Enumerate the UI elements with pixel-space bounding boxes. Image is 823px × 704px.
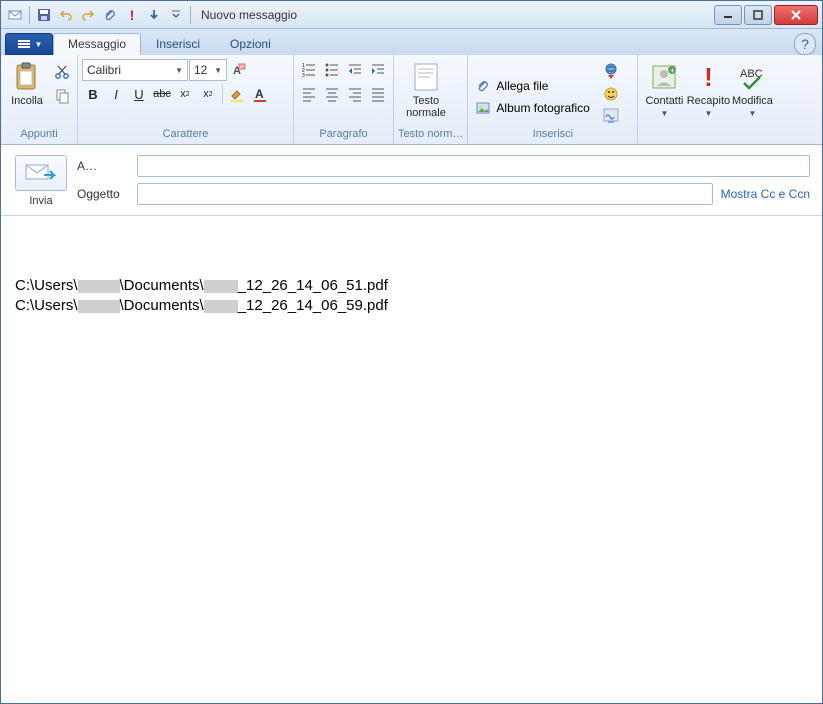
- group-inserisci: Allega file Album fotografico Inserisci: [468, 55, 638, 144]
- font-size-combo[interactable]: 12▼: [189, 59, 227, 81]
- modifica-button[interactable]: ABC Modifica ▼: [730, 57, 774, 118]
- high-importance-icon[interactable]: !: [122, 5, 142, 25]
- clear-formatting-icon[interactable]: A: [228, 59, 250, 81]
- font-name-value: Calibri: [87, 63, 121, 77]
- qat-customize-icon[interactable]: [166, 5, 186, 25]
- superscript-button[interactable]: x2: [197, 83, 219, 105]
- tab-opzioni[interactable]: Opzioni: [215, 33, 286, 55]
- signature-icon[interactable]: [600, 105, 622, 127]
- group-label: Paragrafo: [298, 128, 389, 144]
- bold-button[interactable]: B: [82, 83, 104, 105]
- minimize-button[interactable]: [714, 5, 742, 25]
- save-icon[interactable]: [34, 5, 54, 25]
- copy-icon[interactable]: [51, 85, 73, 107]
- decrease-indent-icon[interactable]: [344, 59, 366, 81]
- emoticon-globe-icon[interactable]: [600, 61, 622, 83]
- invia-label: Invia: [29, 195, 52, 207]
- allega-file-button[interactable]: Allega file: [472, 76, 593, 96]
- tab-messaggio[interactable]: Messaggio: [53, 33, 141, 55]
- attach-icon[interactable]: [100, 5, 120, 25]
- tab-inserisci[interactable]: Inserisci: [141, 33, 215, 55]
- modifica-label: Modifica: [732, 95, 773, 107]
- low-importance-icon[interactable]: [144, 5, 164, 25]
- title-bar: ! Nuovo messaggio: [1, 1, 822, 29]
- increase-indent-icon[interactable]: [367, 59, 389, 81]
- invia-button[interactable]: [15, 155, 67, 191]
- oggetto-input[interactable]: [137, 183, 713, 205]
- subscript-button[interactable]: x2: [174, 83, 196, 105]
- testo-normale-button[interactable]: Testonormale: [398, 57, 454, 119]
- strikethrough-button[interactable]: abc: [151, 83, 173, 105]
- numbered-list-icon[interactable]: 123: [298, 59, 320, 81]
- to-label[interactable]: A…: [77, 159, 129, 173]
- recapito-label: Recapito: [687, 95, 730, 107]
- message-body[interactable]: C:\Users\\Documents\_12_26_14_06_51.pdf …: [1, 216, 822, 330]
- paste-icon: [11, 61, 43, 93]
- contatti-label: Contatti: [645, 95, 683, 107]
- svg-text:3: 3: [302, 73, 305, 78]
- undo-icon[interactable]: [56, 5, 76, 25]
- group-label: Inserisci: [472, 128, 633, 144]
- group-label: [642, 128, 774, 144]
- cut-icon[interactable]: [51, 61, 73, 83]
- window-title: Nuovo messaggio: [201, 8, 297, 22]
- contacts-icon: +: [648, 61, 680, 93]
- group-carattere: Calibri▼ 12▼ A B I U abc x2 x2: [78, 55, 294, 144]
- group-label: Appunti: [5, 128, 73, 144]
- incolla-label: Incolla: [11, 95, 43, 107]
- highlight-color-button[interactable]: [226, 83, 248, 105]
- spellcheck-icon: ABC: [736, 61, 768, 93]
- photo-icon: [476, 101, 492, 115]
- separator: [29, 6, 30, 24]
- justify-icon[interactable]: [367, 83, 389, 105]
- new-message-icon[interactable]: [5, 5, 25, 25]
- send-icon: [24, 161, 58, 185]
- contatti-button[interactable]: + Contatti ▼: [642, 57, 686, 118]
- to-input[interactable]: [137, 155, 810, 177]
- attach-icon: [476, 79, 492, 93]
- bullet-list-icon[interactable]: [321, 59, 343, 81]
- svg-text:A: A: [255, 87, 264, 101]
- font-color-button[interactable]: A: [249, 83, 271, 105]
- group-appunti: Incolla Appunti: [1, 55, 78, 144]
- testo-normale-label: Testonormale: [406, 95, 446, 119]
- importance-icon: !: [692, 61, 724, 93]
- album-fotografico-button[interactable]: Album fotografico: [472, 98, 593, 118]
- group-label: Testo norm…: [398, 128, 463, 144]
- underline-button[interactable]: U: [128, 83, 150, 105]
- help-icon[interactable]: ?: [794, 33, 816, 55]
- close-button[interactable]: [774, 5, 818, 25]
- font-size-value: 12: [194, 63, 207, 77]
- svg-text:+: +: [670, 66, 675, 75]
- group-right: + Contatti ▼ ! Recapito ▼ ABC Modifica ▼: [638, 55, 778, 144]
- ribbon: Incolla Appunti Calibri▼ 12▼: [1, 55, 822, 145]
- app-menu-button[interactable]: ▼: [5, 33, 53, 55]
- show-cc-link[interactable]: Mostra Cc e Ccn: [721, 187, 810, 201]
- align-left-icon[interactable]: [298, 83, 320, 105]
- group-label: Carattere: [82, 128, 289, 144]
- allega-file-label: Allega file: [496, 79, 548, 93]
- separator: [190, 6, 191, 24]
- redo-icon[interactable]: [78, 5, 98, 25]
- font-name-combo[interactable]: Calibri▼: [82, 59, 188, 81]
- group-testo-normale: Testonormale Testo norm…: [394, 55, 468, 144]
- emoticon-smile-icon[interactable]: [600, 83, 622, 105]
- italic-button[interactable]: I: [105, 83, 127, 105]
- align-right-icon[interactable]: [344, 83, 366, 105]
- oggetto-label: Oggetto: [77, 187, 129, 201]
- body-line-2: C:\Users\\Documents\_12_26_14_06_59.pdf: [15, 297, 388, 314]
- ribbon-tabs: ▼ Messaggio Inserisci Opzioni ?: [1, 29, 822, 55]
- incolla-button[interactable]: Incolla: [5, 57, 49, 107]
- recapito-button[interactable]: ! Recapito ▼: [686, 57, 730, 118]
- body-line-1: C:\Users\\Documents\_12_26_14_06_51.pdf: [15, 277, 388, 294]
- separator: [222, 84, 223, 104]
- group-paragrafo: 123 Paragrafo: [294, 55, 394, 144]
- maximize-button[interactable]: [744, 5, 772, 25]
- album-fotografico-label: Album fotografico: [496, 101, 589, 115]
- plain-text-icon: [410, 61, 442, 93]
- window-controls: [714, 5, 822, 25]
- align-center-icon[interactable]: [321, 83, 343, 105]
- compose-header: Invia A… Oggetto Mostra Cc e Ccn: [1, 145, 822, 216]
- quick-access-toolbar: !: [5, 5, 193, 25]
